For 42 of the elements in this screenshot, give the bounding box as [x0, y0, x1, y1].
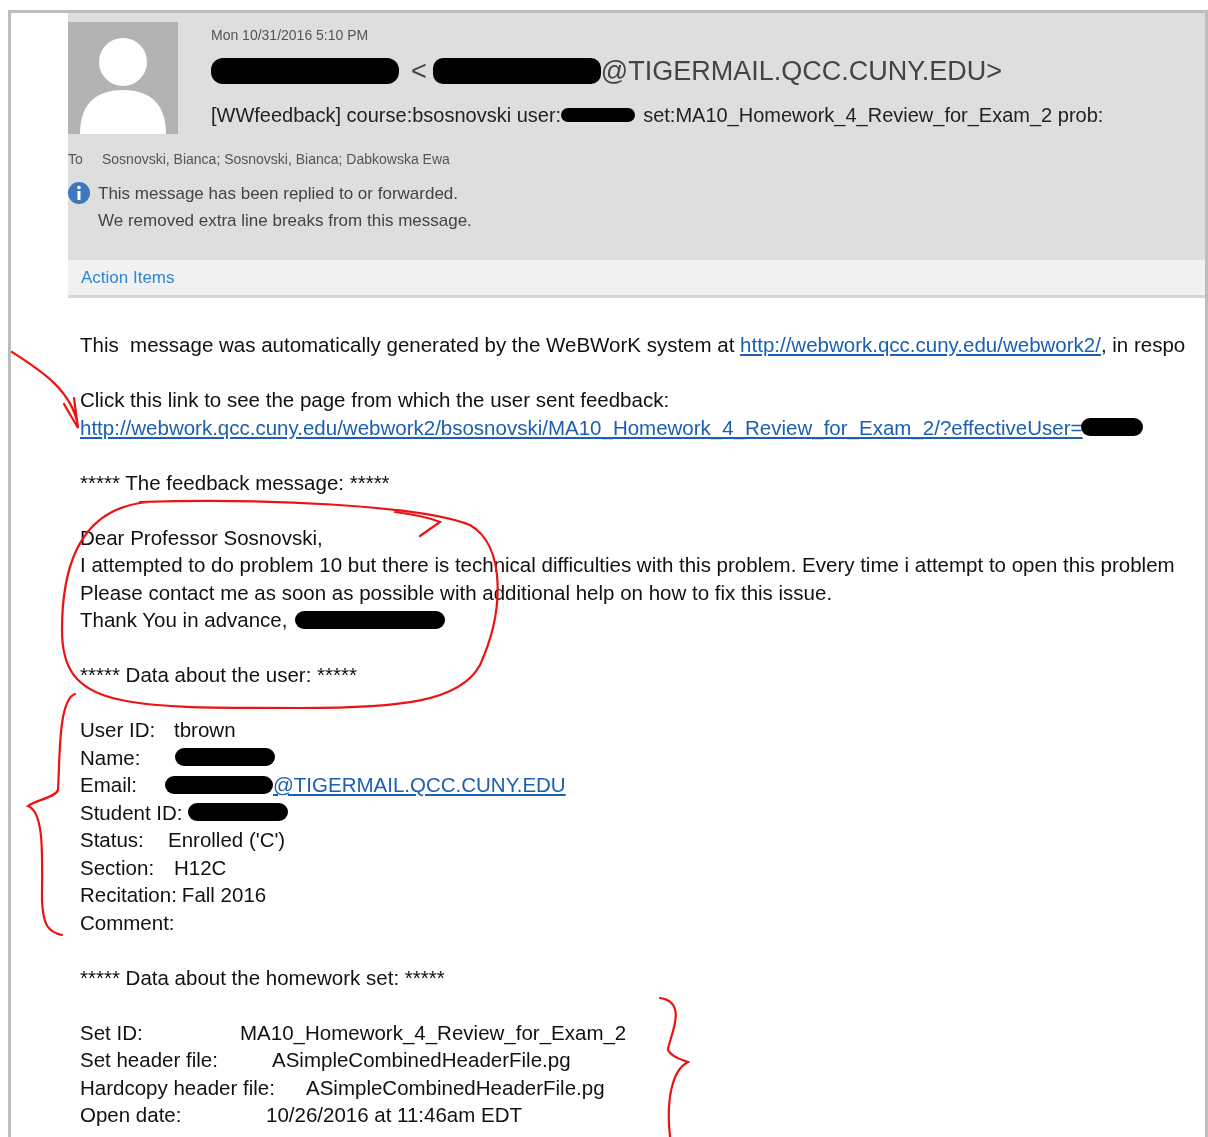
body-text: ***** The feedback message: *****: [80, 469, 390, 496]
field-label: Set ID:: [80, 1019, 144, 1046]
field-value: H12C: [174, 854, 227, 881]
field-label: Open date:: [80, 1102, 183, 1128]
field-value: 10/26/2016 at 11:46am EDT: [266, 1102, 523, 1128]
info-icon: [68, 182, 90, 204]
field-value: tbrown: [174, 717, 236, 743]
to-label: To: [68, 149, 84, 169]
body-text: This message was automatically generated by the WeBWorK system at: [80, 332, 736, 358]
notice-text: This message has been replied to or forwarded.: [98, 183, 460, 205]
field-label: Student ID:: [80, 799, 183, 826]
field-label: User ID:: [80, 717, 157, 743]
field-label: Name:: [80, 744, 142, 771]
field-value: ASimpleCombinedHeaderFile.pg: [272, 1047, 571, 1073]
recipients-text: Sosnovski, Bianca; Sosnovski, Bianca; Dabkowska Ewa: [102, 149, 450, 169]
field-label: Comment:: [80, 909, 175, 936]
body-text: Click this link to see the page from which the user sent feedback:: [80, 387, 670, 413]
field-label: Email:: [80, 772, 138, 798]
body-text: Thank You in advance,: [80, 607, 288, 633]
field-label: Status:: [80, 827, 145, 853]
sender-address: @TIGERMAIL.QCC.CUNY.EDU>: [600, 54, 1002, 88]
message-date: Mon 10/31/2016 5:10 PM: [211, 26, 370, 45]
link[interactable]: http://webwork.qcc.cuny.edu/webwork2/: [740, 331, 1101, 359]
field-value: Fall 2016: [181, 882, 267, 908]
field-label: Recitation:: [80, 882, 177, 908]
field-value: MA10_Homework_4_Review_for_Exam_2: [240, 1019, 627, 1046]
body-text: ***** Data about the user: *****: [80, 662, 357, 688]
field-label: Set header file:: [80, 1047, 219, 1073]
field-value: Enrolled ('C'): [168, 827, 286, 853]
link[interactable]: http://webwork.qcc.cuny.edu/webwork2/bsosnovski/MA10_Homework_4_Review_for_Exam_2/?effectiveUser=: [80, 413, 1083, 441]
sender-text: <: [411, 54, 427, 88]
field-label: Hardcopy header file:: [80, 1074, 276, 1101]
field-value: ASimpleCombinedHeaderFile.pg: [306, 1074, 605, 1101]
body-text: ***** Data about the homework set: *****: [80, 964, 445, 991]
action-items-link[interactable]: Action Items: [81, 264, 175, 291]
notice-text: We removed extra line breaks from this message.: [98, 210, 472, 232]
field-label: Section:: [80, 854, 156, 881]
subject-text: set:MA10_Homework_4_Review_for_Exam_2 prob:: [643, 103, 1104, 129]
body-text: , in respo: [1100, 332, 1186, 358]
subject-text: [WWfeedback] course:bsosnovski user:: [211, 103, 562, 128]
email-link[interactable]: @TIGERMAIL.QCC.CUNY.EDU: [273, 771, 566, 799]
avatar-icon: [68, 22, 178, 134]
